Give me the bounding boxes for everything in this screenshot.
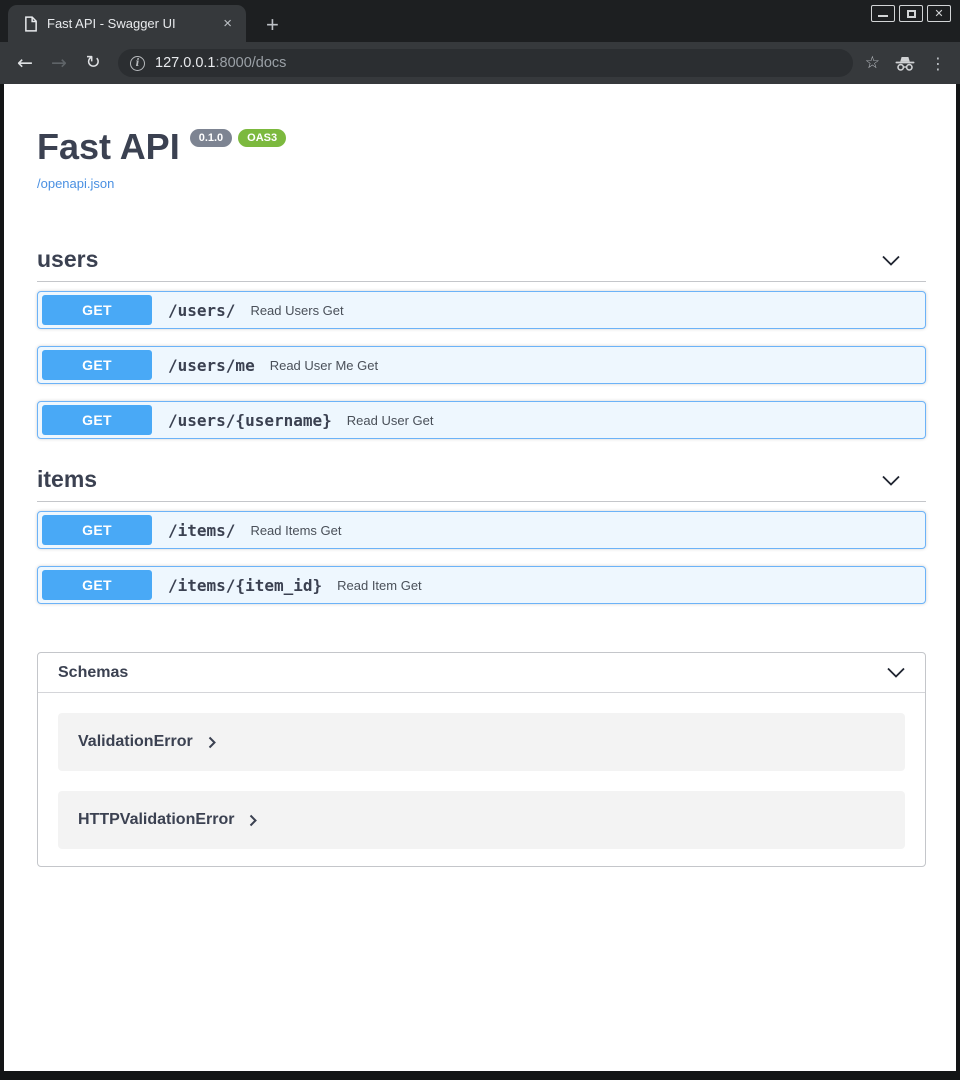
section-items-operations: GET /items/ Read Items Get GET /items/{i…: [37, 511, 926, 604]
version-badge: 0.1.0: [190, 129, 232, 147]
oas3-badge: OAS3: [238, 129, 286, 147]
maximize-icon: [907, 10, 916, 18]
operation-path[interactable]: /users/{username}: [168, 411, 332, 430]
tab-close-icon[interactable]: ×: [219, 15, 236, 32]
close-button[interactable]: ✕: [927, 5, 951, 22]
chevron-down-icon[interactable]: [887, 667, 905, 678]
reload-icon[interactable]: ↻: [78, 54, 108, 72]
browser-window: Fast API - Swagger UI × + ✕ ← → ↻ i 127.…: [0, 0, 960, 1080]
chevron-down-icon[interactable]: [882, 475, 900, 486]
operation-summary: Read Item Get: [337, 578, 422, 593]
page-favicon-icon: [24, 16, 38, 32]
maximize-button[interactable]: [899, 5, 923, 22]
section-users-title: users: [37, 245, 98, 275]
method-badge: GET: [42, 350, 152, 380]
operation-path[interactable]: /users/me: [168, 356, 255, 375]
back-icon[interactable]: ←: [10, 54, 40, 73]
model-title: HTTPValidationError: [78, 811, 234, 829]
url-text[interactable]: 127.0.0.1:8000/docs: [155, 55, 286, 71]
operation-row-users-username[interactable]: GET /users/{username} Read User Get: [37, 401, 926, 439]
chevron-right-icon[interactable]: [249, 814, 257, 827]
minimize-icon: [878, 15, 888, 17]
operation-row-users-me[interactable]: GET /users/me Read User Me Get: [37, 346, 926, 384]
operation-path[interactable]: /items/: [168, 521, 235, 540]
operation-summary: Read Users Get: [250, 303, 343, 318]
section-users-header[interactable]: users: [37, 245, 926, 282]
schemas-header[interactable]: Schemas: [38, 653, 925, 693]
api-title-text: Fast API: [37, 126, 180, 167]
method-badge: GET: [42, 515, 152, 545]
schemas-section: Schemas ValidationError HTTPValidationEr…: [37, 652, 926, 867]
address-bar[interactable]: i 127.0.0.1:8000/docs: [118, 49, 853, 77]
operation-row-items[interactable]: GET /items/ Read Items Get: [37, 511, 926, 549]
operation-summary: Read Items Get: [250, 523, 341, 538]
url-host: 127.0.0.1: [155, 55, 215, 71]
section-items-title: items: [37, 465, 97, 495]
method-badge: GET: [42, 570, 152, 600]
menu-kebab-icon[interactable]: ⋮: [930, 54, 946, 73]
forward-icon: →: [44, 54, 74, 73]
operation-summary: Read User Me Get: [270, 358, 378, 373]
section-items-header[interactable]: items: [37, 465, 926, 502]
window-controls: ✕: [871, 5, 951, 22]
schemas-body: ValidationError HTTPValidationError: [38, 693, 925, 866]
api-title: Fast API 0.1.0 OAS3: [37, 126, 956, 167]
operation-path[interactable]: /items/{item_id}: [168, 576, 322, 595]
model-title: ValidationError: [78, 733, 193, 751]
swagger-page: Fast API 0.1.0 OAS3 /openapi.json users: [4, 84, 956, 1071]
new-tab-icon[interactable]: +: [266, 14, 279, 36]
close-icon: ✕: [934, 8, 943, 19]
chevron-down-icon[interactable]: [882, 255, 900, 266]
section-items: items GET /items/ Read Items Get GET /it…: [37, 465, 926, 604]
model-httpvalidationerror[interactable]: HTTPValidationError: [58, 791, 905, 849]
section-users: users GET /users/ Read Users Get GET /us…: [37, 245, 926, 439]
model-validationerror[interactable]: ValidationError: [58, 713, 905, 771]
chevron-right-icon[interactable]: [208, 736, 216, 749]
minimize-button[interactable]: [871, 5, 895, 22]
operation-row-users[interactable]: GET /users/ Read Users Get: [37, 291, 926, 329]
operation-path[interactable]: /users/: [168, 301, 235, 320]
operation-summary: Read User Get: [347, 413, 434, 428]
tab-strip: Fast API - Swagger UI × + ✕: [0, 0, 960, 42]
site-info-icon[interactable]: i: [130, 56, 145, 71]
api-info: Fast API 0.1.0 OAS3: [37, 126, 956, 167]
browser-toolbar: ← → ↻ i 127.0.0.1:8000/docs ☆ ⋮: [0, 42, 960, 84]
operation-row-items-itemid[interactable]: GET /items/{item_id} Read Item Get: [37, 566, 926, 604]
toolbar-right: ☆ ⋮: [865, 53, 950, 73]
url-path: :8000/docs: [215, 55, 286, 71]
api-badges: 0.1.0 OAS3: [190, 129, 286, 147]
openapi-spec-link[interactable]: /openapi.json: [37, 176, 114, 191]
incognito-icon: [894, 55, 916, 72]
method-badge: GET: [42, 405, 152, 435]
method-badge: GET: [42, 295, 152, 325]
api-sections: users GET /users/ Read Users Get GET /us…: [37, 245, 926, 604]
schemas-title: Schemas: [58, 664, 128, 682]
tab-title: Fast API - Swagger UI: [47, 16, 219, 31]
section-users-operations: GET /users/ Read Users Get GET /users/me…: [37, 291, 926, 439]
browser-tab[interactable]: Fast API - Swagger UI ×: [8, 5, 246, 42]
bookmark-star-icon[interactable]: ☆: [865, 53, 880, 73]
